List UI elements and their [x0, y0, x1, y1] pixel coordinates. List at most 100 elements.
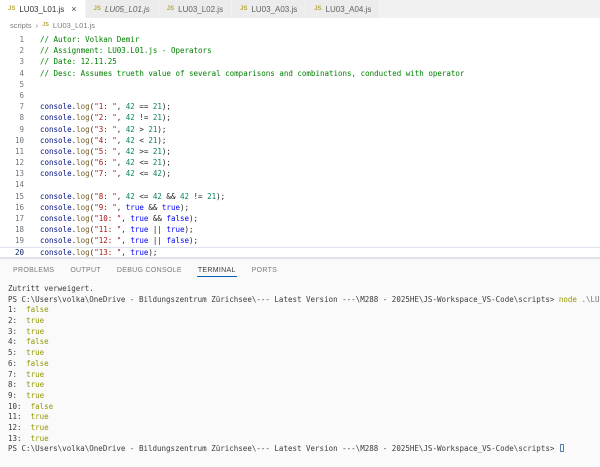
terminal-line: 3: true	[8, 327, 600, 338]
tab-label: LU05_L01.js	[105, 5, 150, 14]
line-number: 13	[0, 168, 24, 179]
tab-label: LU03_A04.js	[326, 5, 372, 14]
panel-tab-bar: PROBLEMS OUTPUT DEBUG CONSOLE TERMINAL PORTS	[0, 259, 600, 280]
token-str: "8: "	[94, 192, 117, 201]
tab-LU03_L01.js[interactable]: JSLU03_L01.js×	[0, 0, 86, 18]
tab-label: LU03_A03.js	[251, 5, 297, 14]
js-file-icon: JS	[42, 22, 49, 28]
code-line: 7console.log("1: ", 42 == 21);	[0, 101, 600, 112]
token-str: "6: "	[94, 158, 117, 167]
terminal-text-fg: 6:	[8, 359, 26, 368]
token-num: 42	[153, 169, 162, 178]
code-text: console.log("12: ", true || false);	[24, 235, 198, 246]
terminal-text-fg: 1:	[8, 305, 26, 314]
token-pun: );	[162, 102, 171, 111]
token-num: 21	[153, 158, 162, 167]
token-pun: !=	[189, 192, 207, 201]
token-var: console	[40, 102, 72, 111]
code-line: 5	[0, 79, 600, 90]
terminal-text-val: true	[26, 370, 44, 379]
line-number: 16	[0, 202, 24, 213]
panel-tab-terminal[interactable]: TERMINAL	[197, 263, 237, 277]
breadcrumb-folder[interactable]: scripts	[10, 21, 32, 30]
tab-LU03_L02.js[interactable]: JSLU03_L02.js	[159, 0, 232, 18]
token-fn: log	[76, 248, 90, 257]
token-var: console	[40, 147, 72, 156]
token-pun: ,	[117, 102, 126, 111]
token-pun: ,	[117, 125, 126, 134]
terminal-text-val: true	[31, 423, 49, 432]
code-line: 1// Autor: Volkan Demir	[0, 34, 600, 45]
token-pun: ,	[121, 225, 130, 234]
terminal-line: PS C:\Users\volka\OneDrive - Bildungszen…	[8, 295, 600, 306]
code-editor[interactable]: 1// Autor: Volkan Demir2// Assignment: L…	[0, 32, 600, 258]
terminal-text-fg: 3:	[8, 327, 26, 336]
code-text: console.log("5: ", 42 >= 21);	[24, 146, 171, 157]
terminal-text-fg: 12:	[8, 423, 31, 432]
token-fn: log	[76, 113, 90, 122]
token-var: console	[40, 136, 72, 145]
terminal-line: 13: true	[8, 434, 600, 445]
line-number: 17	[0, 213, 24, 224]
line-number: 12	[0, 157, 24, 168]
token-pun: >	[135, 125, 149, 134]
panel-tab-output[interactable]: OUTPUT	[69, 263, 102, 277]
token-fn: log	[76, 125, 90, 134]
terminal-text-val: true	[31, 434, 49, 443]
terminal-text-fg: 2:	[8, 316, 26, 325]
terminal-text-fg: 7:	[8, 370, 26, 379]
code-line: 15console.log("8: ", 42 <= 42 && 42 != 2…	[0, 191, 600, 202]
token-num: 42	[153, 192, 162, 201]
editor-tab-bar: JSLU03_L01.js×JSLU05_L01.jsJSLU03_L02.js…	[0, 0, 600, 18]
terminal-text-fg: PS C:\Users\volka\OneDrive - Bildungszen…	[8, 295, 559, 304]
token-pun: ,	[121, 214, 130, 223]
code-text: console.log("2: ", 42 != 21);	[24, 112, 171, 123]
line-number: 18	[0, 224, 24, 235]
token-pun: );	[189, 214, 198, 223]
line-number: 6	[0, 90, 24, 101]
terminal-output[interactable]: Zutritt verweigert. PS C:\Users\volka\One…	[0, 280, 600, 467]
terminal-text-fg: 11:	[8, 412, 31, 421]
line-number: 10	[0, 135, 24, 146]
token-str: "2: "	[94, 113, 117, 122]
token-pun: ,	[121, 248, 130, 257]
token-pun: &&	[148, 214, 166, 223]
token-num: 42	[126, 158, 135, 167]
panel-tab-debug-console[interactable]: DEBUG CONSOLE	[116, 263, 183, 277]
token-str: "1: "	[94, 102, 117, 111]
panel-tab-ports[interactable]: PORTS	[251, 263, 279, 277]
token-str: "4: "	[94, 136, 117, 145]
token-num: 21	[153, 147, 162, 156]
terminal-line: 11: true	[8, 412, 600, 423]
token-pun: );	[157, 125, 166, 134]
terminal-cursor	[560, 444, 564, 452]
token-num: 21	[153, 102, 162, 111]
line-number: 20	[0, 247, 24, 258]
token-str: "12: "	[94, 236, 121, 245]
terminal-text-val: false	[26, 359, 49, 368]
code-text: // Autor: Volkan Demir	[24, 34, 139, 45]
token-pun: ||	[148, 236, 166, 245]
terminal-line: 12: true	[8, 423, 600, 434]
code-line: 19console.log("12: ", true || false);	[0, 235, 600, 246]
token-str: "7: "	[94, 169, 117, 178]
tab-LU03_A04.js[interactable]: JSLU03_A04.js	[306, 0, 380, 18]
token-fn: log	[76, 214, 90, 223]
token-var: console	[40, 225, 72, 234]
terminal-text-cmd: node	[559, 295, 577, 304]
token-str: "5: "	[94, 147, 117, 156]
panel-tab-problems[interactable]: PROBLEMS	[12, 263, 55, 277]
breadcrumb-file[interactable]: LU03_L01.js	[53, 21, 95, 30]
token-fn: log	[76, 236, 90, 245]
token-pun: ,	[117, 203, 126, 212]
token-str: "13: "	[94, 248, 121, 257]
line-number: 1	[0, 34, 24, 45]
terminal-text-fg: Zutritt verweigert.	[8, 284, 94, 293]
token-pun: );	[162, 169, 171, 178]
code-line: 16console.log("9: ", true && true);	[0, 202, 600, 213]
code-text: console.log("4: ", 42 < 21);	[24, 135, 166, 146]
close-icon[interactable]: ×	[71, 5, 76, 14]
tab-LU05_L01.js[interactable]: JSLU05_L01.js	[86, 0, 159, 18]
terminal-line: 6: false	[8, 359, 600, 370]
tab-LU03_A03.js[interactable]: JSLU03_A03.js	[232, 0, 306, 18]
